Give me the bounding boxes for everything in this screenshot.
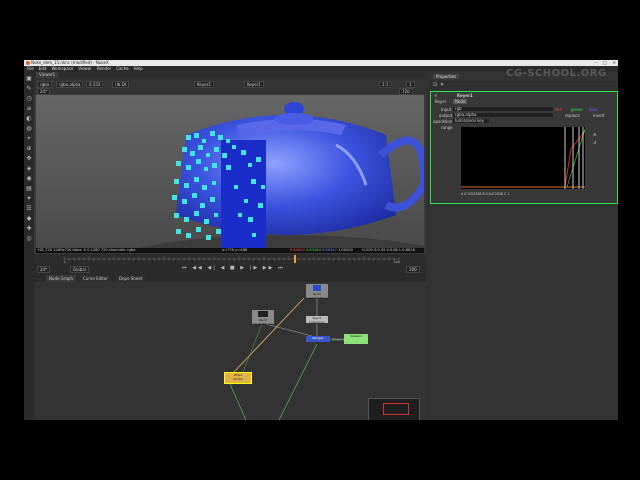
teapot-image: [36, 95, 424, 248]
format-info: HD_720 1280x720 bbox: 0 0 1280 720 chann…: [38, 248, 136, 252]
transport-buttons[interactable]: ⏮ ◀◀ ◀| ◀ ■ ▶ |▶ ▶▶ ⏭: [182, 265, 285, 271]
input-dropdown[interactable]: rib.Dt: [112, 81, 130, 88]
hsv-value: H:209 S:0.05 V:0.86 L:0.8626: [362, 248, 415, 252]
resolution-field[interactable]: 720: [399, 88, 413, 95]
3d-tool-icon[interactable]: ◈: [26, 166, 32, 172]
lock-icon[interactable]: ⊡: [433, 82, 437, 88]
viewer-node-label: Viewer1: [349, 334, 363, 338]
timeline-ticks: [63, 255, 400, 263]
range-curve-graph[interactable]: [461, 127, 585, 189]
timeline-ruler[interactable]: 1 100: [34, 254, 426, 264]
read-node-1-label: Read1 teapot.####.exr: [306, 293, 329, 300]
playback-controls: 24* Global ⏮ ◀◀ ◀| ◀ ■ ▶ |▶ ▶▶ ⏭ 100: [34, 264, 426, 274]
left-toolbar: ▣ ✎ ◷ ≡ ◐ ◍ ⌖ ⊕ ✥ ◈ ◉ ▤ ✦ ☰ ◆ ✚ ◎: [24, 72, 34, 420]
tab-keyer[interactable]: Keyer: [435, 99, 446, 104]
range-readout: A 0.7452368 B 0.9472838 C 1: [461, 192, 510, 196]
output-label: output: [439, 113, 453, 118]
viewer-panel: Viewer1 rgba rgba.alpha 0.333 rib.Dt Key…: [34, 72, 426, 264]
viewer-info-bar: HD_720 1280x720 bbox: 0 0 1280 720 chann…: [36, 248, 424, 253]
color-tool-icon[interactable]: ◐: [26, 116, 32, 122]
watermark: CG-SCHOOL.ORG: [506, 68, 607, 79]
nuke-app-window: Nuke_dem_15.nknc (modified) - NukeX – □ …: [24, 60, 618, 420]
keyer-properties: ✕ Keyer1 Keyer Node input rgb red green …: [430, 91, 618, 204]
views-tool-icon[interactable]: ◉: [26, 176, 32, 182]
input-label: input: [441, 107, 452, 112]
viewer-node[interactable]: Viewer1: [344, 334, 368, 344]
operation-label: operation: [433, 119, 453, 124]
viewer-a-input[interactable]: Keyer1: [194, 81, 214, 88]
channels-dropdown[interactable]: rgba: [37, 81, 53, 88]
channel-alpha-dropdown[interactable]: rgba.alpha: [56, 81, 84, 88]
read-node-2-label: Read2 bg.####.exr: [254, 319, 272, 326]
image-tool-icon[interactable]: ▣: [26, 76, 32, 82]
gain-field[interactable]: 0.333: [86, 81, 104, 88]
app-icon: [26, 61, 30, 65]
range-dropdown[interactable]: Global: [70, 266, 89, 273]
properties-panel: Properties ⊡ ✕ ✕ Keyer1 Keyer Node input…: [430, 72, 618, 420]
ofx-tool-icon[interactable]: ◎: [26, 236, 32, 242]
merge-node[interactable]: Merge1: [306, 336, 330, 342]
read-thumbnail-1: [313, 285, 321, 291]
zoom-dropdown[interactable]: 1:1: [379, 81, 392, 88]
fstop-field[interactable]: 24*: [37, 88, 51, 95]
read-node-2[interactable]: Read2 bg.####.exr: [252, 310, 274, 326]
node-close-icon[interactable]: ✕: [434, 93, 437, 98]
viewer-canvas[interactable]: [36, 95, 424, 248]
properties-toolbar: ⊡ ✕: [430, 81, 616, 89]
tab-node[interactable]: Node: [453, 99, 468, 104]
range-curve: [461, 127, 585, 189]
fps-field[interactable]: 24*: [37, 266, 51, 273]
viewer-b-input[interactable]: Keyer1: [244, 81, 264, 88]
read-node-1[interactable]: Read1 teapot.####.exr: [306, 284, 329, 300]
end-frame-field[interactable]: 100: [406, 266, 420, 273]
particles-tool-icon[interactable]: ✦: [26, 196, 32, 202]
metadata-tool-icon[interactable]: ▤: [26, 186, 32, 192]
time-tool-icon[interactable]: ◷: [26, 96, 32, 102]
keyer-node[interactable]: Keyer1 (luminance): [306, 316, 328, 324]
operation-dropdown[interactable]: luminance key: [453, 119, 489, 123]
viewer-controls: rgba rgba.alpha 0.333 rib.Dt Keyer1 Keye…: [34, 78, 426, 95]
invert-checkbox[interactable]: invert: [593, 113, 605, 118]
read-thumbnail-2: [258, 311, 268, 317]
tab-properties[interactable]: Properties: [433, 74, 460, 79]
red-checkbox[interactable]: red: [555, 107, 562, 112]
green-value: 0.83164: [306, 248, 321, 252]
clear-panels-icon[interactable]: ✕: [440, 82, 444, 88]
merge-node-label: Merge1: [312, 336, 324, 340]
write-node[interactable]: Write1 (render): [224, 372, 252, 384]
furnace-tool-icon[interactable]: ✚: [26, 226, 32, 232]
blue-value: 0.86347: [322, 248, 337, 252]
graph-tools-icon[interactable]: ⚙: [593, 132, 597, 137]
green-checkbox[interactable]: green: [571, 107, 583, 112]
cursor-position: x=770 y=488: [222, 248, 248, 252]
write-node-label: Write1 (render): [232, 374, 244, 381]
output-dropdown[interactable]: rgba.alpha: [453, 113, 553, 117]
frame-field[interactable]: 1: [406, 81, 415, 88]
draw-tool-icon[interactable]: ✎: [26, 86, 32, 92]
range-label: range: [441, 125, 453, 130]
node-graph-minimap[interactable]: [368, 398, 420, 420]
input-dropdown[interactable]: rgb: [453, 107, 553, 111]
other-tool-icon[interactable]: ◆: [26, 216, 32, 222]
filter-tool-icon[interactable]: ◍: [26, 126, 32, 132]
merge-tool-icon[interactable]: ⊕: [26, 146, 32, 152]
node-name-field[interactable]: Keyer1: [457, 93, 473, 98]
red-value: 0.84640: [290, 248, 305, 252]
alpha-value: 1.00000: [338, 248, 353, 252]
edge-label: Viewer1: [332, 337, 345, 341]
minimap-viewport[interactable]: [383, 403, 409, 415]
channel-tool-icon[interactable]: ≡: [26, 106, 32, 112]
keyer-node-label: Keyer1 (luminance): [309, 317, 325, 324]
blue-checkbox[interactable]: blue: [589, 107, 598, 112]
replace-checkbox[interactable]: replace: [565, 113, 580, 118]
keyer-tool-icon[interactable]: ⌖: [26, 136, 32, 142]
graph-reset-icon[interactable]: ↺: [593, 140, 596, 145]
toolsets-tool-icon[interactable]: ☰: [26, 206, 32, 212]
transform-tool-icon[interactable]: ✥: [26, 156, 32, 162]
